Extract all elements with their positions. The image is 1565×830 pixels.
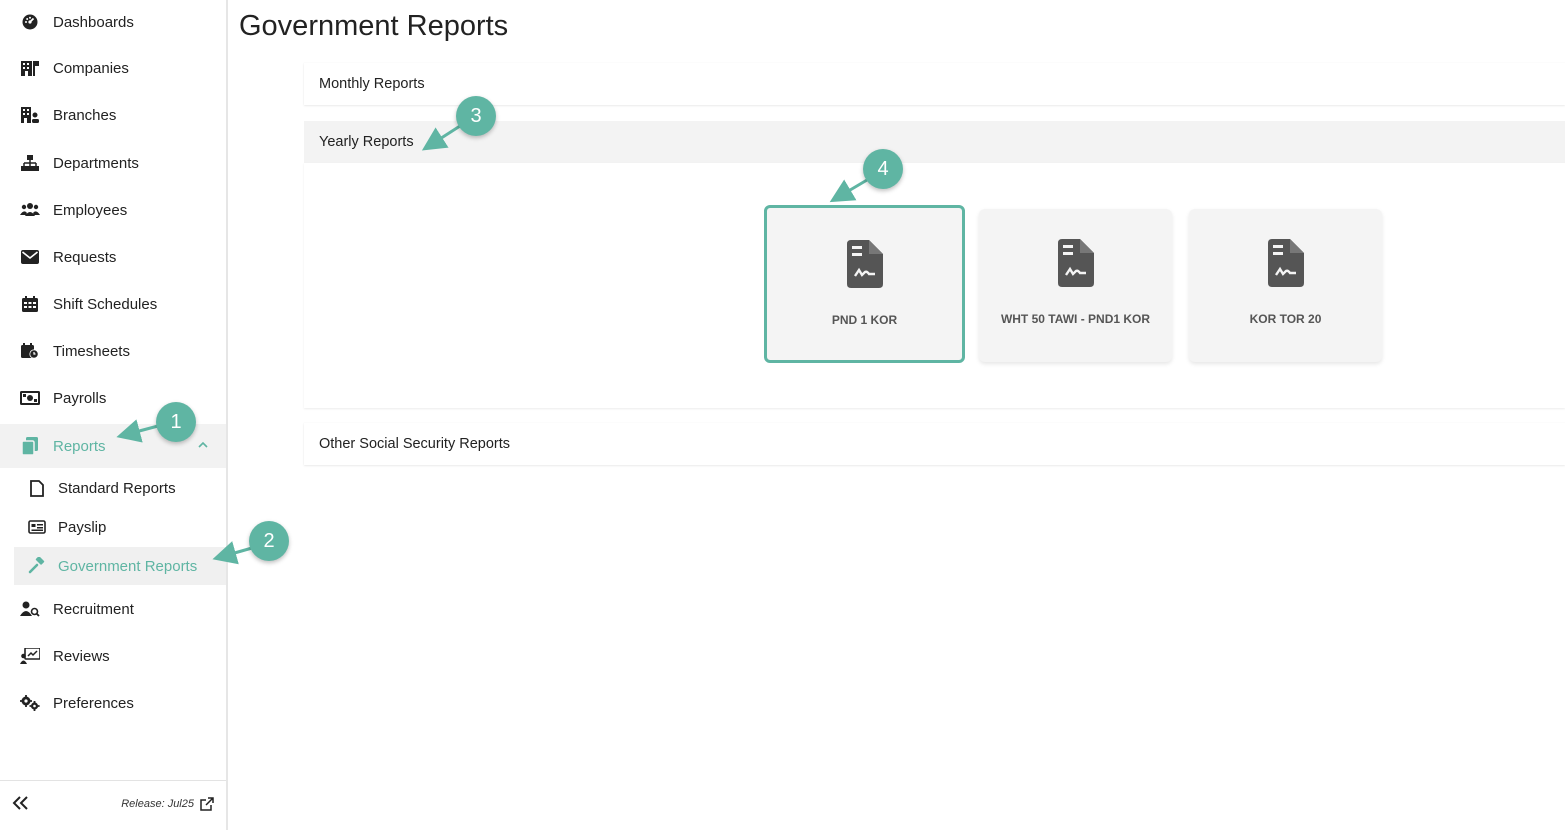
- sidebar-item-label: Shift Schedules: [53, 295, 158, 313]
- chart-board-icon: [20, 646, 40, 666]
- sidebar-item-preferences[interactable]: Preferences: [0, 681, 226, 725]
- file-signature-icon: [846, 240, 883, 293]
- sidebar-item-dashboards[interactable]: Dashboards: [0, 0, 226, 44]
- release-label: Release: Jul25: [121, 798, 194, 810]
- sidebar-item-employees[interactable]: Employees: [0, 188, 226, 232]
- envelope-icon: [20, 247, 40, 267]
- panel-yearly-reports[interactable]: Yearly Reports: [304, 121, 1565, 163]
- sidebar-item-label: Payrolls: [53, 389, 107, 407]
- sidebar-subitem-label: Payslip: [58, 518, 107, 536]
- report-card-kor-tor-20[interactable]: KOR TOR 20: [1189, 209, 1382, 362]
- gavel-icon: [28, 557, 46, 575]
- dashboard-icon: [20, 12, 40, 32]
- chevron-up-icon: [198, 438, 208, 452]
- sidebar-item-branches[interactable]: Branches: [0, 93, 226, 137]
- branch-icon: [20, 105, 40, 125]
- collapse-sidebar-icon[interactable]: [12, 795, 30, 813]
- annotation-badge-1: 1: [156, 402, 196, 442]
- page-title: Government Reports: [239, 10, 509, 42]
- annotation-arrow-2: [212, 541, 253, 565]
- sidebar-item-label: Departments: [53, 154, 139, 172]
- sidebar-item-shift-schedules[interactable]: Shift Schedules: [0, 282, 226, 326]
- sidebar-item-requests[interactable]: Requests: [0, 235, 226, 279]
- money-icon: [20, 388, 40, 408]
- sidebar-item-departments[interactable]: Departments: [0, 141, 226, 185]
- release-info[interactable]: Release: Jul25: [121, 797, 214, 811]
- sidebar-subitem-government-reports[interactable]: Government Reports: [14, 547, 226, 585]
- card-label: WHT 50 TAWI - PND1 KOR: [1000, 312, 1151, 326]
- sidebar-item-label: Reports: [53, 437, 106, 455]
- sidebar-item-label: Dashboards: [53, 13, 134, 31]
- file-icon: [28, 479, 46, 497]
- panel-label: Yearly Reports: [319, 134, 414, 150]
- sidebar-item-label: Requests: [53, 248, 117, 266]
- sidebar-item-label: Recruitment: [53, 600, 134, 618]
- id-card-icon: [28, 518, 46, 536]
- sidebar-item-label: Employees: [53, 201, 128, 219]
- sidebar-subitem-standard-reports[interactable]: Standard Reports: [14, 469, 226, 507]
- sidebar-item-label: Companies: [53, 59, 129, 77]
- panel-label: Monthly Reports: [319, 76, 425, 92]
- annotation-badge-3: 3: [456, 96, 496, 136]
- sidebar-subitem-label: Standard Reports: [58, 479, 176, 497]
- report-card-pnd1-kor[interactable]: PND 1 KOR: [764, 205, 965, 363]
- sidebar-item-label: Reviews: [53, 647, 110, 665]
- file-signature-icon: [1057, 239, 1094, 292]
- panel-label: Other Social Security Reports: [319, 436, 510, 452]
- calendar-clock-icon: [20, 341, 40, 361]
- calendar-icon: [20, 294, 40, 314]
- external-link-icon: [200, 797, 214, 811]
- annotation-badge-2: 2: [249, 521, 289, 561]
- sidebar-item-reviews[interactable]: Reviews: [0, 634, 226, 678]
- sidebar-item-label: Timesheets: [53, 342, 130, 360]
- building-icon: [20, 58, 40, 78]
- sidebar-item-label: Branches: [53, 106, 117, 124]
- sidebar-subitem-label: Government Reports: [58, 557, 198, 575]
- sidebar-subitem-payslip[interactable]: Payslip: [14, 508, 226, 546]
- users-icon: [20, 200, 40, 220]
- sidebar-item-companies[interactable]: Companies: [0, 46, 226, 90]
- annotation-badge-4: 4: [863, 149, 903, 189]
- report-card-wht50-tawi[interactable]: WHT 50 TAWI - PND1 KOR: [979, 209, 1172, 362]
- sitemap-icon: [20, 153, 40, 173]
- sidebar-item-timesheets[interactable]: Timesheets: [0, 329, 226, 373]
- panel-other-social-security-reports[interactable]: Other Social Security Reports: [304, 423, 1565, 465]
- card-label: KOR TOR 20: [1249, 312, 1322, 326]
- sidebar-item-recruitment[interactable]: Recruitment: [0, 587, 226, 631]
- sidebar-item-label: Preferences: [53, 694, 134, 712]
- file-signature-icon: [1267, 239, 1304, 292]
- copy-icon: [20, 436, 40, 456]
- card-label: PND 1 KOR: [831, 313, 898, 327]
- panel-monthly-reports[interactable]: Monthly Reports: [304, 63, 1565, 105]
- gears-icon: [20, 693, 40, 713]
- user-search-icon: [20, 599, 40, 619]
- sidebar-footer: Release: Jul25: [0, 780, 226, 830]
